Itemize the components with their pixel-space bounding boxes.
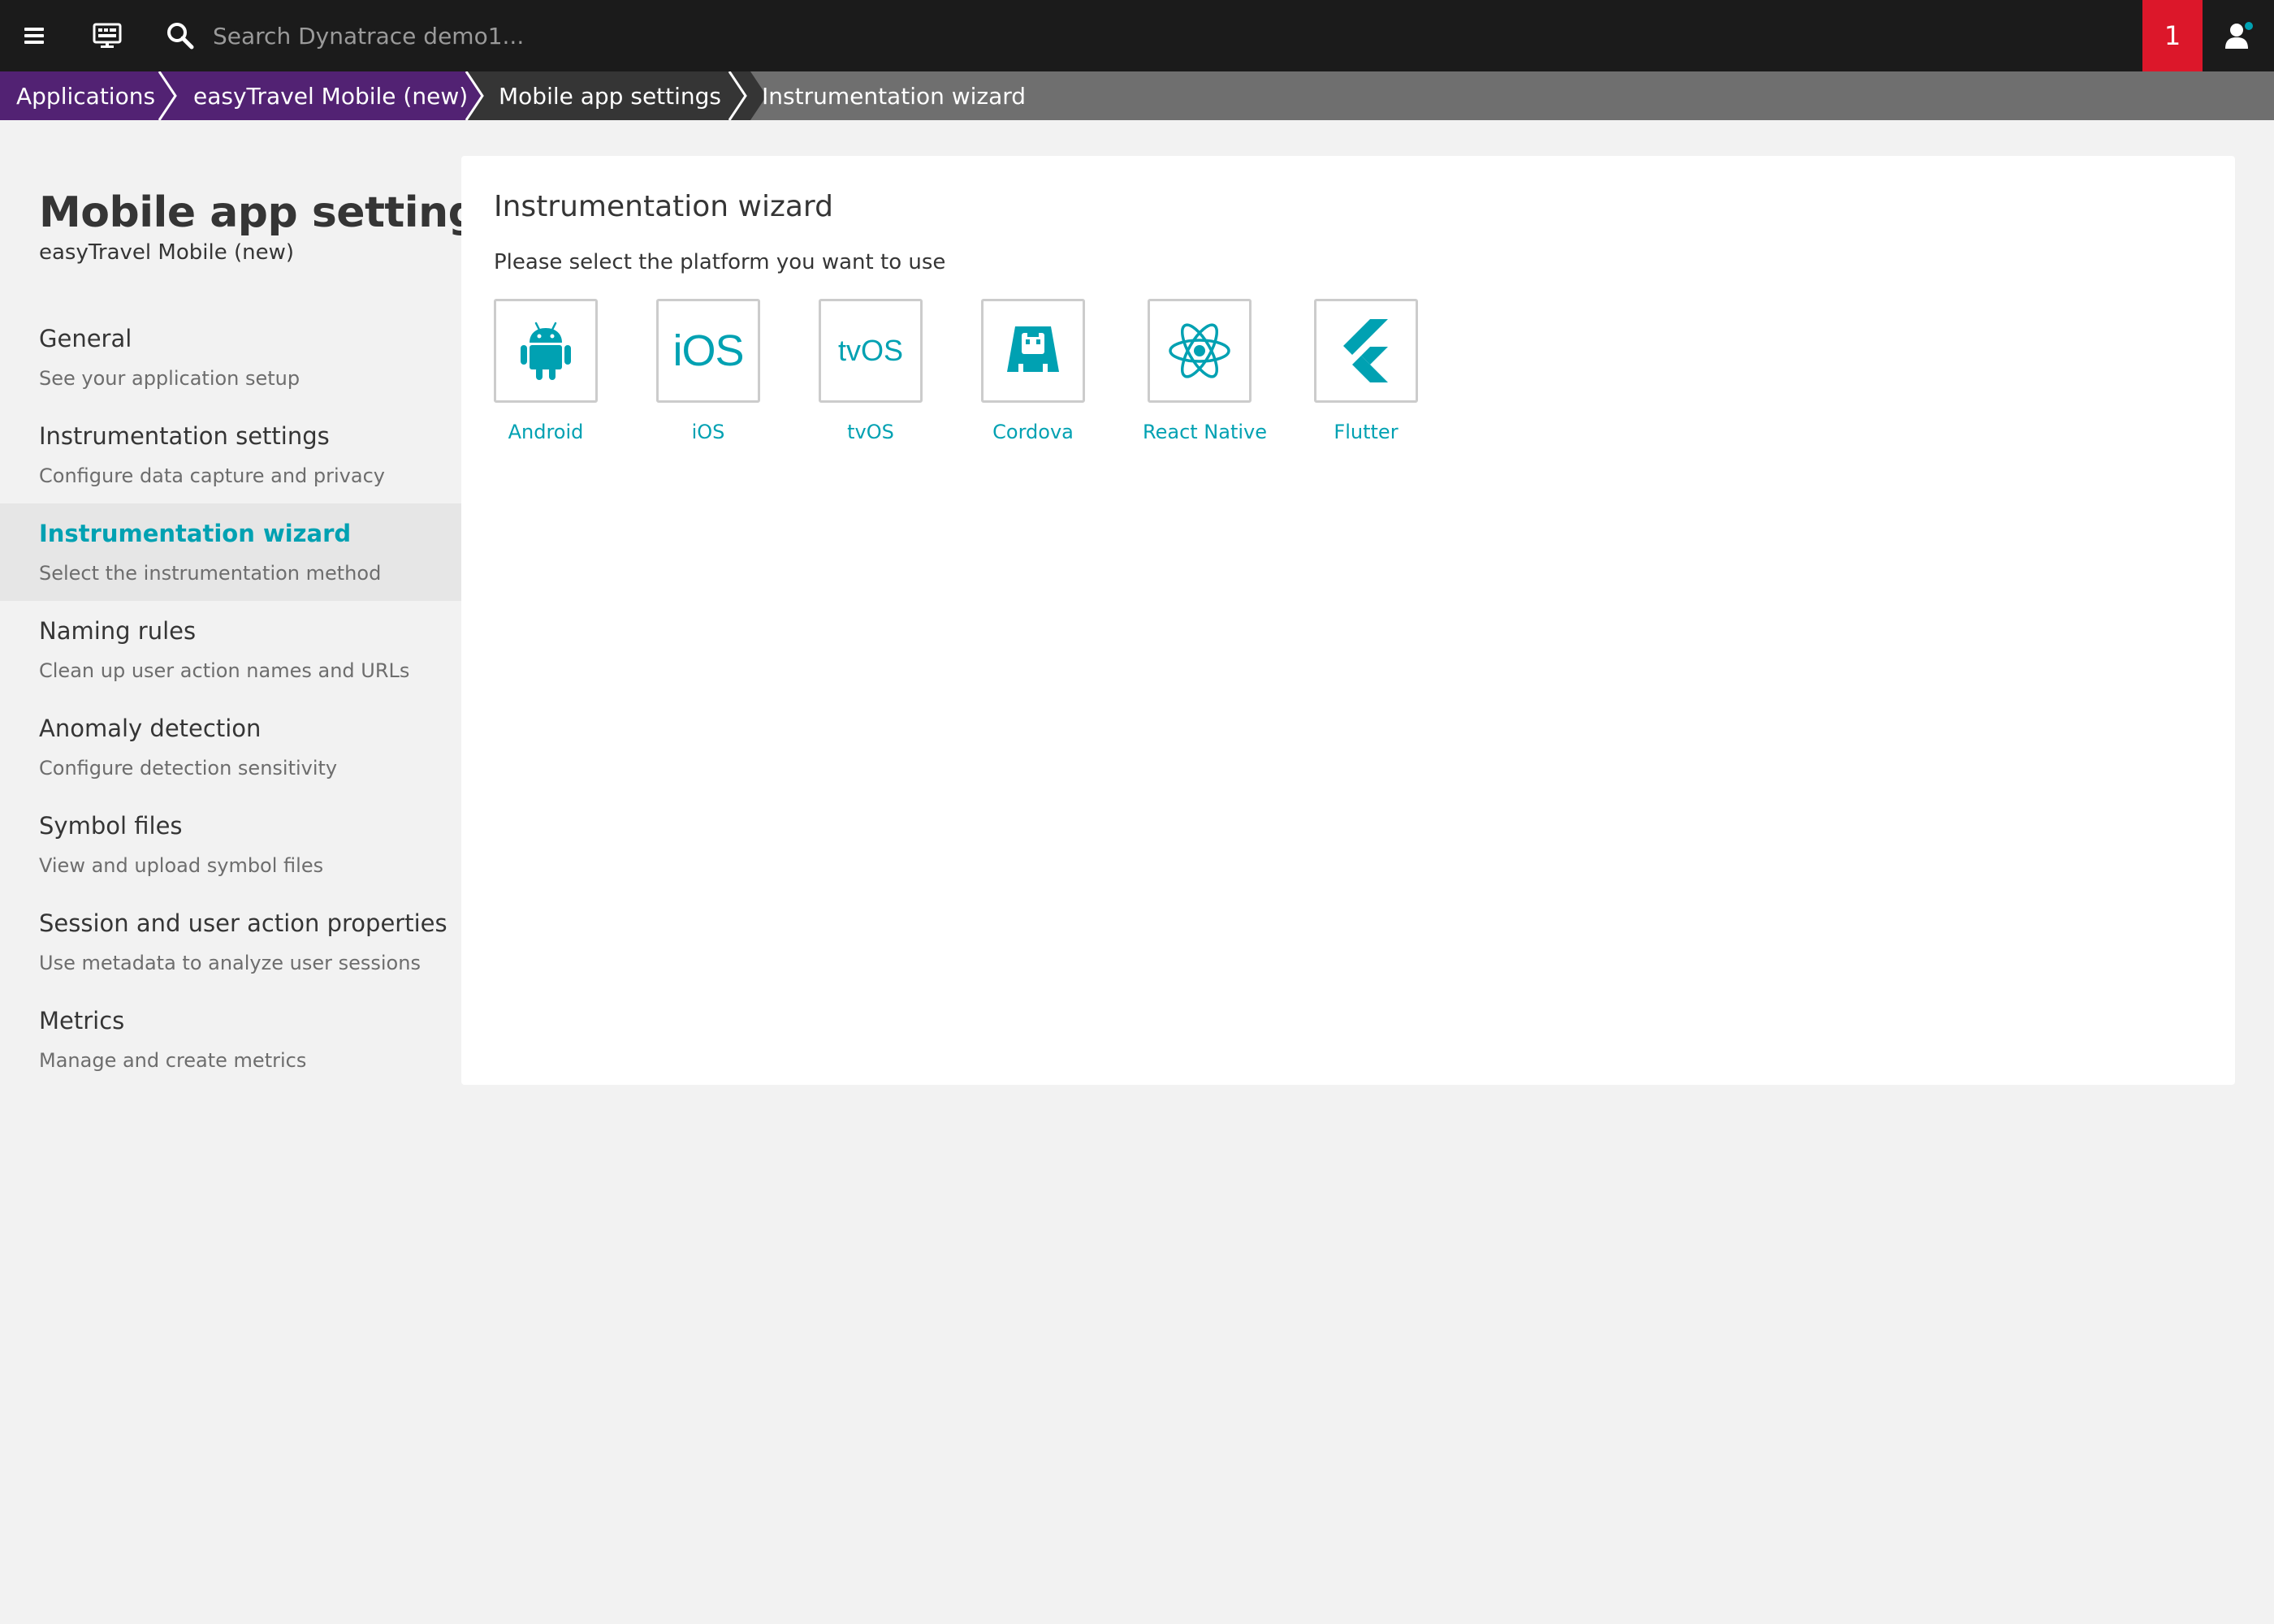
user-icon[interactable] bbox=[2220, 0, 2259, 71]
react-icon bbox=[1169, 323, 1230, 378]
sidebar-item-description: Configure detection sensitivity bbox=[39, 757, 338, 780]
sidebar-item-general[interactable]: General See your application setup bbox=[0, 309, 461, 406]
search-icon[interactable] bbox=[162, 0, 198, 71]
platform-label: iOS bbox=[691, 421, 725, 443]
platform-label: tvOS bbox=[847, 421, 894, 443]
search-input[interactable] bbox=[213, 16, 944, 55]
sidebar-item-title: Metrics bbox=[39, 1007, 125, 1034]
breadcrumb-instrumentation-wizard: Instrumentation wizard bbox=[762, 82, 1027, 110]
sidebar-item-title: Naming rules bbox=[39, 617, 197, 645]
platform-tvos-button[interactable]: tvOS tvOS bbox=[819, 299, 932, 445]
sidebar-item-symbol-files[interactable]: Symbol files View and upload symbol file… bbox=[0, 796, 461, 893]
platform-flutter-button[interactable]: Flutter bbox=[1314, 299, 1428, 445]
sidebar-item-instrumentation-settings[interactable]: Instrumentation settings Configure data … bbox=[0, 406, 461, 503]
sidebar-item-naming-rules[interactable]: Naming rules Clean up user action names … bbox=[0, 601, 461, 698]
hamburger-menu-icon[interactable] bbox=[21, 0, 50, 71]
panel-description: Please select the platform you want to u… bbox=[494, 250, 946, 274]
flutter-icon bbox=[1343, 319, 1388, 382]
sidebar-item-title: Session and user action properties bbox=[39, 909, 447, 937]
sidebar-item-description: See your application setup bbox=[39, 367, 300, 390]
sidebar-item-session-properties[interactable]: Session and user action properties Use m… bbox=[0, 893, 461, 991]
breadcrumb-applications[interactable]: Applications bbox=[16, 71, 155, 120]
sidebar-item-description: Select the instrumentation method bbox=[39, 562, 382, 585]
sidebar-item-title: General bbox=[39, 325, 132, 352]
platform-tile[interactable] bbox=[494, 299, 598, 403]
platform-tile[interactable]: iOS bbox=[656, 299, 760, 403]
sidebar-item-description: Use metadata to analyze user sessions bbox=[39, 952, 421, 974]
sidebar-item-description: Clean up user action names and URLs bbox=[39, 659, 410, 682]
panel-title: Instrumentation wizard bbox=[494, 190, 833, 223]
sidebar-item-description: Manage and create metrics bbox=[39, 1049, 307, 1072]
sidebar-item-description: View and upload symbol files bbox=[39, 854, 324, 877]
platform-label: Cordova bbox=[992, 421, 1074, 443]
page-subtitle: easyTravel Mobile (new) bbox=[39, 240, 294, 265]
platform-tile[interactable] bbox=[1314, 299, 1418, 403]
tvos-icon: tvOS bbox=[837, 334, 903, 367]
platform-label: React Native bbox=[1143, 421, 1268, 443]
platform-cordova-button[interactable]: Cordova bbox=[981, 299, 1095, 445]
sidebar-item-instrumentation-wizard[interactable]: Instrumentation wizard Select the instru… bbox=[0, 503, 461, 601]
top-bar: 1 bbox=[0, 0, 2274, 71]
platform-ios-button[interactable]: iOS iOS bbox=[656, 299, 770, 445]
platform-tile[interactable]: tvOS bbox=[819, 299, 923, 403]
platform-tile[interactable] bbox=[981, 299, 1085, 403]
sidebar-item-anomaly-detection[interactable]: Anomaly detection Configure detection se… bbox=[0, 698, 461, 796]
sidebar-item-title: Instrumentation wizard bbox=[39, 520, 352, 547]
platform-react-native-button[interactable]: React Native bbox=[1143, 299, 1267, 445]
sidebar-item-title: Anomaly detection bbox=[39, 715, 262, 742]
sidebar-item-metrics[interactable]: Metrics Manage and create metrics bbox=[0, 991, 461, 1088]
breadcrumb: Applications easyTravel Mobile (new) Mob… bbox=[0, 71, 2274, 120]
instrumentation-wizard-panel: Instrumentation wizard Please select the… bbox=[461, 156, 2235, 1085]
platform-label: Android bbox=[508, 421, 584, 443]
sidebar-item-title: Instrumentation settings bbox=[39, 422, 330, 450]
breadcrumb-application[interactable]: easyTravel Mobile (new) bbox=[193, 71, 468, 120]
cordova-icon bbox=[1007, 326, 1059, 372]
android-icon bbox=[521, 322, 571, 380]
sidebar-item-description: Configure data capture and privacy bbox=[39, 464, 385, 487]
sidebar-item-title: Symbol files bbox=[39, 812, 183, 840]
platform-android-button[interactable]: Android bbox=[494, 299, 607, 445]
breadcrumb-mobile-app-settings[interactable]: Mobile app settings bbox=[499, 71, 721, 120]
problems-count-badge[interactable]: 1 bbox=[2142, 0, 2203, 71]
monitor-icon[interactable] bbox=[89, 0, 125, 71]
platform-label: Flutter bbox=[1334, 421, 1399, 443]
page-title: Mobile app settings bbox=[39, 188, 503, 237]
platform-tile[interactable] bbox=[1148, 299, 1252, 403]
ios-icon: iOS bbox=[672, 326, 744, 375]
